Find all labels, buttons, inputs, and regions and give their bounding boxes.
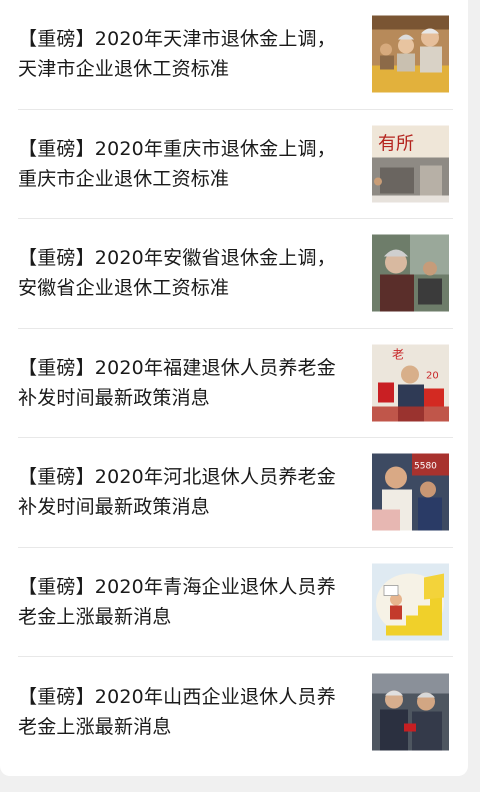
article-item[interactable]: 【重磅】2020年青海企业退休人员养老金上涨最新消息 <box>18 548 453 657</box>
article-thumbnail[interactable] <box>372 234 449 312</box>
article-title[interactable]: 【重磅】2020年山西企业退休人员养老金上涨最新消息 <box>18 682 348 742</box>
article-thumbnail[interactable]: 有所 <box>372 125 449 203</box>
article-item[interactable]: 【重磅】2020年安徽省退休金上调，安徽省企业退休工资标准 <box>18 219 453 329</box>
article-thumbnail[interactable]: 5580 <box>372 453 449 531</box>
cartoon-stairs-illustration-icon <box>372 563 449 641</box>
elderly-group-photo-icon <box>372 673 449 751</box>
article-thumbnail[interactable]: 老 20 <box>372 344 449 422</box>
svg-text:有所: 有所 <box>378 133 414 154</box>
svg-text:20: 20 <box>426 370 439 381</box>
article-list-card: 【重磅】2020年天津市退休金上调，天津市企业退休工资标准 【重磅】2020年重… <box>0 0 468 776</box>
article-item[interactable]: 【重磅】2020年山西企业退休人员养老金上涨最新消息 <box>18 657 453 767</box>
elderly-couple-photo-icon <box>372 15 449 93</box>
article-title[interactable]: 【重磅】2020年福建退休人员养老金补发时间最新政策消息 <box>18 353 348 413</box>
article-item[interactable]: 【重磅】2020年福建退休人员养老金补发时间最新政策消息 老 20 <box>18 329 453 438</box>
article-title[interactable]: 【重磅】2020年天津市退休金上调，天津市企业退休工资标准 <box>18 24 348 84</box>
article-title[interactable]: 【重磅】2020年重庆市退休金上调，重庆市企业退休工资标准 <box>18 134 348 194</box>
article-title[interactable]: 【重磅】2020年河北退休人员养老金补发时间最新政策消息 <box>18 462 348 522</box>
elderly-woman-photo-icon <box>372 234 449 312</box>
article-item[interactable]: 【重磅】2020年重庆市退休金上调，重庆市企业退休工资标准 有所 <box>18 110 453 219</box>
elderly-man-photo-icon: 5580 <box>372 453 449 531</box>
article-title[interactable]: 【重磅】2020年安徽省退休金上调，安徽省企业退休工资标准 <box>18 243 348 303</box>
article-title[interactable]: 【重磅】2020年青海企业退休人员养老金上涨最新消息 <box>18 572 348 632</box>
article-item[interactable]: 【重磅】2020年河北退休人员养老金补发时间最新政策消息 5580 <box>18 438 453 548</box>
svg-text:5580: 5580 <box>414 462 437 472</box>
storefront-sign-photo-icon: 有所 <box>372 125 449 203</box>
article-thumbnail[interactable] <box>372 15 449 93</box>
svg-text:老: 老 <box>392 347 404 361</box>
article-thumbnail[interactable] <box>372 673 449 751</box>
red-booklet-photo-icon: 老 20 <box>372 344 449 422</box>
article-item[interactable]: 【重磅】2020年天津市退休金上调，天津市企业退休工资标准 <box>18 0 453 110</box>
article-list: 【重磅】2020年天津市退休金上调，天津市企业退休工资标准 【重磅】2020年重… <box>18 0 453 767</box>
article-thumbnail[interactable] <box>372 563 449 641</box>
